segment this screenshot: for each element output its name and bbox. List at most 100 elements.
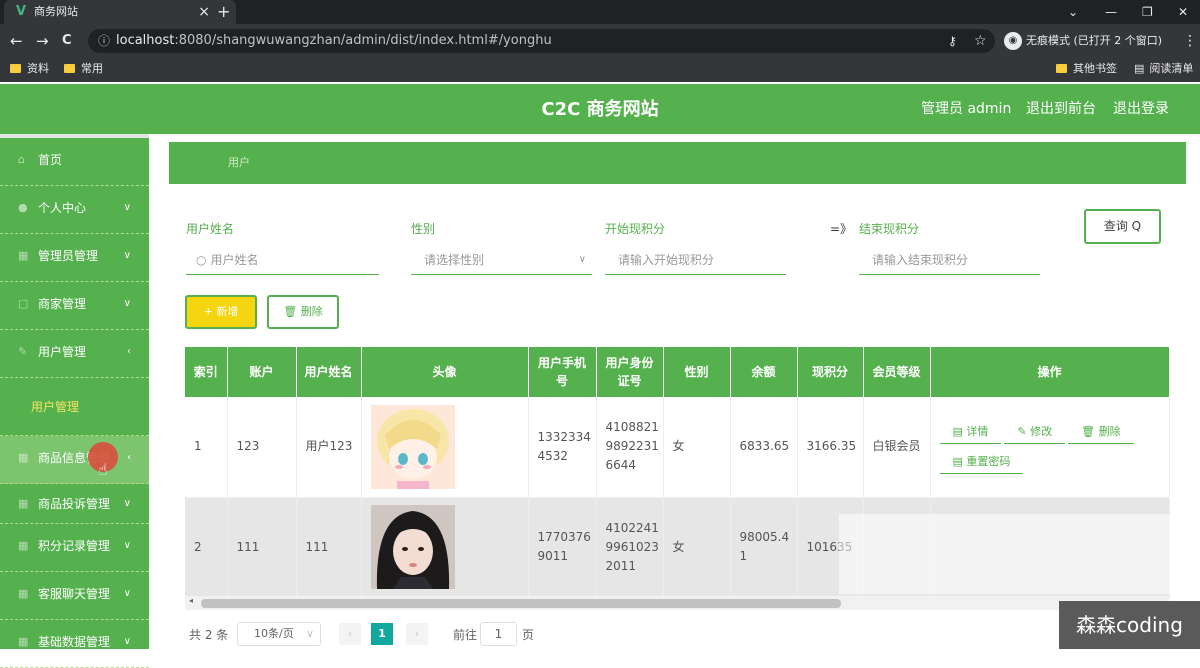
column-header: 用户身份证号 — [596, 347, 664, 397]
sidebar-item-merchants[interactable]: ▢ 商家管理 ∨ — [0, 282, 149, 330]
add-button[interactable]: + 新增 — [185, 295, 257, 329]
bookmark-folder-changyong[interactable]: 常用 — [64, 58, 103, 80]
column-header: 余额 — [730, 347, 798, 397]
minimize-icon[interactable]: — — [1105, 0, 1117, 24]
gender-label: 性别 — [411, 222, 436, 236]
user-icon: ● — [18, 201, 28, 214]
delete-button[interactable]: 🗑︎ 删除 — [267, 295, 339, 329]
range-arrow: =》 — [830, 222, 853, 236]
reload-icon[interactable]: C — [62, 24, 72, 58]
cell-points: 3166.35 — [797, 397, 864, 498]
chevron-down-icon: ∨ — [305, 627, 314, 640]
name-label: 用户姓名 — [186, 222, 235, 236]
bookmark-label: 资料 — [27, 62, 49, 75]
start-points-input[interactable]: 请输入开始现积分 — [605, 245, 786, 275]
logout-link[interactable]: 退出登录 — [1113, 84, 1169, 134]
edit-button[interactable]: ✎ 修改 — [1004, 421, 1066, 444]
url-input[interactable]: ⓘ localhost:8080/shangwuwangzhan/admin/d… — [88, 29, 995, 53]
query-button[interactable]: 查询 Q — [1084, 209, 1161, 244]
new-tab-icon[interactable]: + — [217, 0, 230, 24]
column-header: 操作 — [930, 347, 1170, 397]
detail-button[interactable]: ▤ 详情 — [939, 421, 1002, 444]
sidebar-item-complaints[interactable]: ▦ 商品投诉管理 ∨ — [0, 484, 149, 524]
name-search-input[interactable]: ○ 用户姓名 — [186, 245, 379, 275]
detail-button-label: 详情 — [966, 424, 989, 438]
sidebar-item-home[interactable]: ⌂ 首页 — [0, 138, 149, 186]
bookmarks-bar: 资料 常用 其他书签 ▤ 阅读清单 — [0, 58, 1200, 82]
page-size-value: 10条/页 — [254, 627, 294, 640]
cell-index: 2 — [185, 497, 228, 598]
tab-search-icon[interactable]: ⌄ — [1068, 0, 1078, 24]
bookmark-folder-ziliao[interactable]: 资料 — [10, 58, 49, 80]
column-header: 会员等级 — [863, 347, 931, 397]
home-icon: ⌂ — [18, 153, 25, 166]
next-page-button[interactable]: › — [406, 623, 428, 645]
chevron-down-icon: ∨ — [123, 250, 131, 261]
scrollbar-thumb[interactable] — [201, 599, 841, 608]
sidebar-item-label: 管理员管理 — [38, 249, 99, 263]
sidebar-item-products[interactable]: ▦ 商品信息管理 ‹ ☝ — [0, 436, 149, 484]
star-icon[interactable]: ☆ — [974, 24, 987, 58]
edit-icon: ✎ — [18, 345, 28, 358]
name-placeholder: 用户姓名 — [210, 253, 259, 267]
start-points-placeholder: 请输入开始现积分 — [618, 253, 715, 267]
incognito-indicator[interactable]: ◉ 无痕模式 (已打开 2 个窗口) — [1004, 29, 1162, 53]
grid-icon: ▦ — [18, 249, 29, 262]
column-header: 现积分 — [797, 347, 864, 397]
submenu-item-users[interactable]: 用户管理 — [0, 378, 149, 436]
chevron-down-icon: ∨ — [123, 636, 131, 647]
cell-index: 1 — [185, 397, 228, 498]
url-path: :8080/shangwuwangzhan/admin/dist/index.h… — [174, 33, 552, 48]
grid-icon: ▦ — [18, 497, 29, 510]
url-host: localhost — [116, 33, 175, 48]
incognito-icon: ◉ — [1004, 32, 1022, 50]
sidebar-item-admins[interactable]: ▦ 管理员管理 ∨ — [0, 234, 149, 282]
sidebar-item-basedata[interactable]: ▦ 基础数据管理 ∨ — [0, 620, 149, 668]
prev-page-button[interactable]: ‹ — [339, 623, 361, 645]
goto-page-input[interactable]: 1 — [480, 622, 517, 646]
menu-kebab-icon[interactable]: ⋮ — [1183, 24, 1197, 58]
back-icon[interactable]: ← — [10, 24, 23, 58]
row-delete-button[interactable]: 🗑︎ 删除 — [1068, 421, 1134, 444]
avatar[interactable] — [370, 404, 455, 489]
folder-icon — [1056, 64, 1067, 73]
horizontal-scrollbar[interactable]: ◂ — [185, 596, 1169, 610]
cell-idcard: 410224199610232011 — [596, 497, 664, 598]
back-to-front-link[interactable]: 退出到前台 — [1026, 84, 1096, 134]
cell-phone: 13323344532 — [528, 397, 597, 498]
browser-tab[interactable]: V 商务网站 × — [4, 0, 236, 24]
watermark: 森森coding — [1059, 601, 1200, 649]
page-size-select[interactable]: 10条/页 ∨ — [237, 622, 321, 646]
column-header: 账户 — [227, 347, 297, 397]
chevron-up-icon: ‹ — [127, 346, 131, 357]
reading-list[interactable]: ▤ 阅读清单 — [1134, 58, 1193, 80]
reading-list-icon: ▤ — [1134, 62, 1145, 75]
close-window-icon[interactable]: ✕ — [1178, 0, 1188, 24]
sidebar-item-chat[interactable]: ▦ 客服聊天管理 ∨ — [0, 572, 149, 620]
column-header: 用户手机号 — [528, 347, 597, 397]
cell-balance: 98005.41 — [730, 497, 798, 598]
sidebar-item-users[interactable]: ✎ 用户管理 ‹ — [0, 330, 149, 378]
forward-icon[interactable]: → — [36, 24, 49, 58]
grid-icon: ▦ — [18, 587, 29, 600]
site-info-icon[interactable]: ⓘ — [98, 29, 110, 53]
page-number-current[interactable]: 1 — [371, 623, 393, 645]
start-points-label: 开始现积分 — [605, 222, 666, 236]
scroll-left-icon[interactable]: ◂ — [189, 596, 193, 605]
bookmark-other[interactable]: 其他书签 — [1056, 58, 1117, 80]
tab-close-icon[interactable]: × — [198, 0, 210, 24]
key-icon[interactable]: ⚷ — [948, 24, 957, 58]
column-header: 索引 — [185, 347, 228, 397]
chevron-down-icon: ∨ — [123, 588, 131, 599]
avatar[interactable] — [370, 505, 455, 589]
chevron-left-icon: ‹ — [127, 452, 131, 463]
cell-gender: 女 — [663, 497, 731, 598]
reset-password-button[interactable]: ▤ 重置密码 — [939, 451, 1024, 474]
sidebar-item-points[interactable]: ▦ 积分记录管理 ∨ — [0, 524, 149, 572]
end-points-input[interactable]: 请输入结束现积分 — [859, 245, 1040, 275]
table-row: 1 123 用户123 13323344532 4108821989223166… — [185, 397, 1170, 498]
restore-icon[interactable]: ❐ — [1142, 0, 1153, 24]
gender-select[interactable]: 请选择性别 ∨ — [411, 245, 592, 275]
column-header: 头像 — [361, 347, 529, 397]
sidebar-item-profile[interactable]: ● 个人中心 ∨ — [0, 186, 149, 234]
